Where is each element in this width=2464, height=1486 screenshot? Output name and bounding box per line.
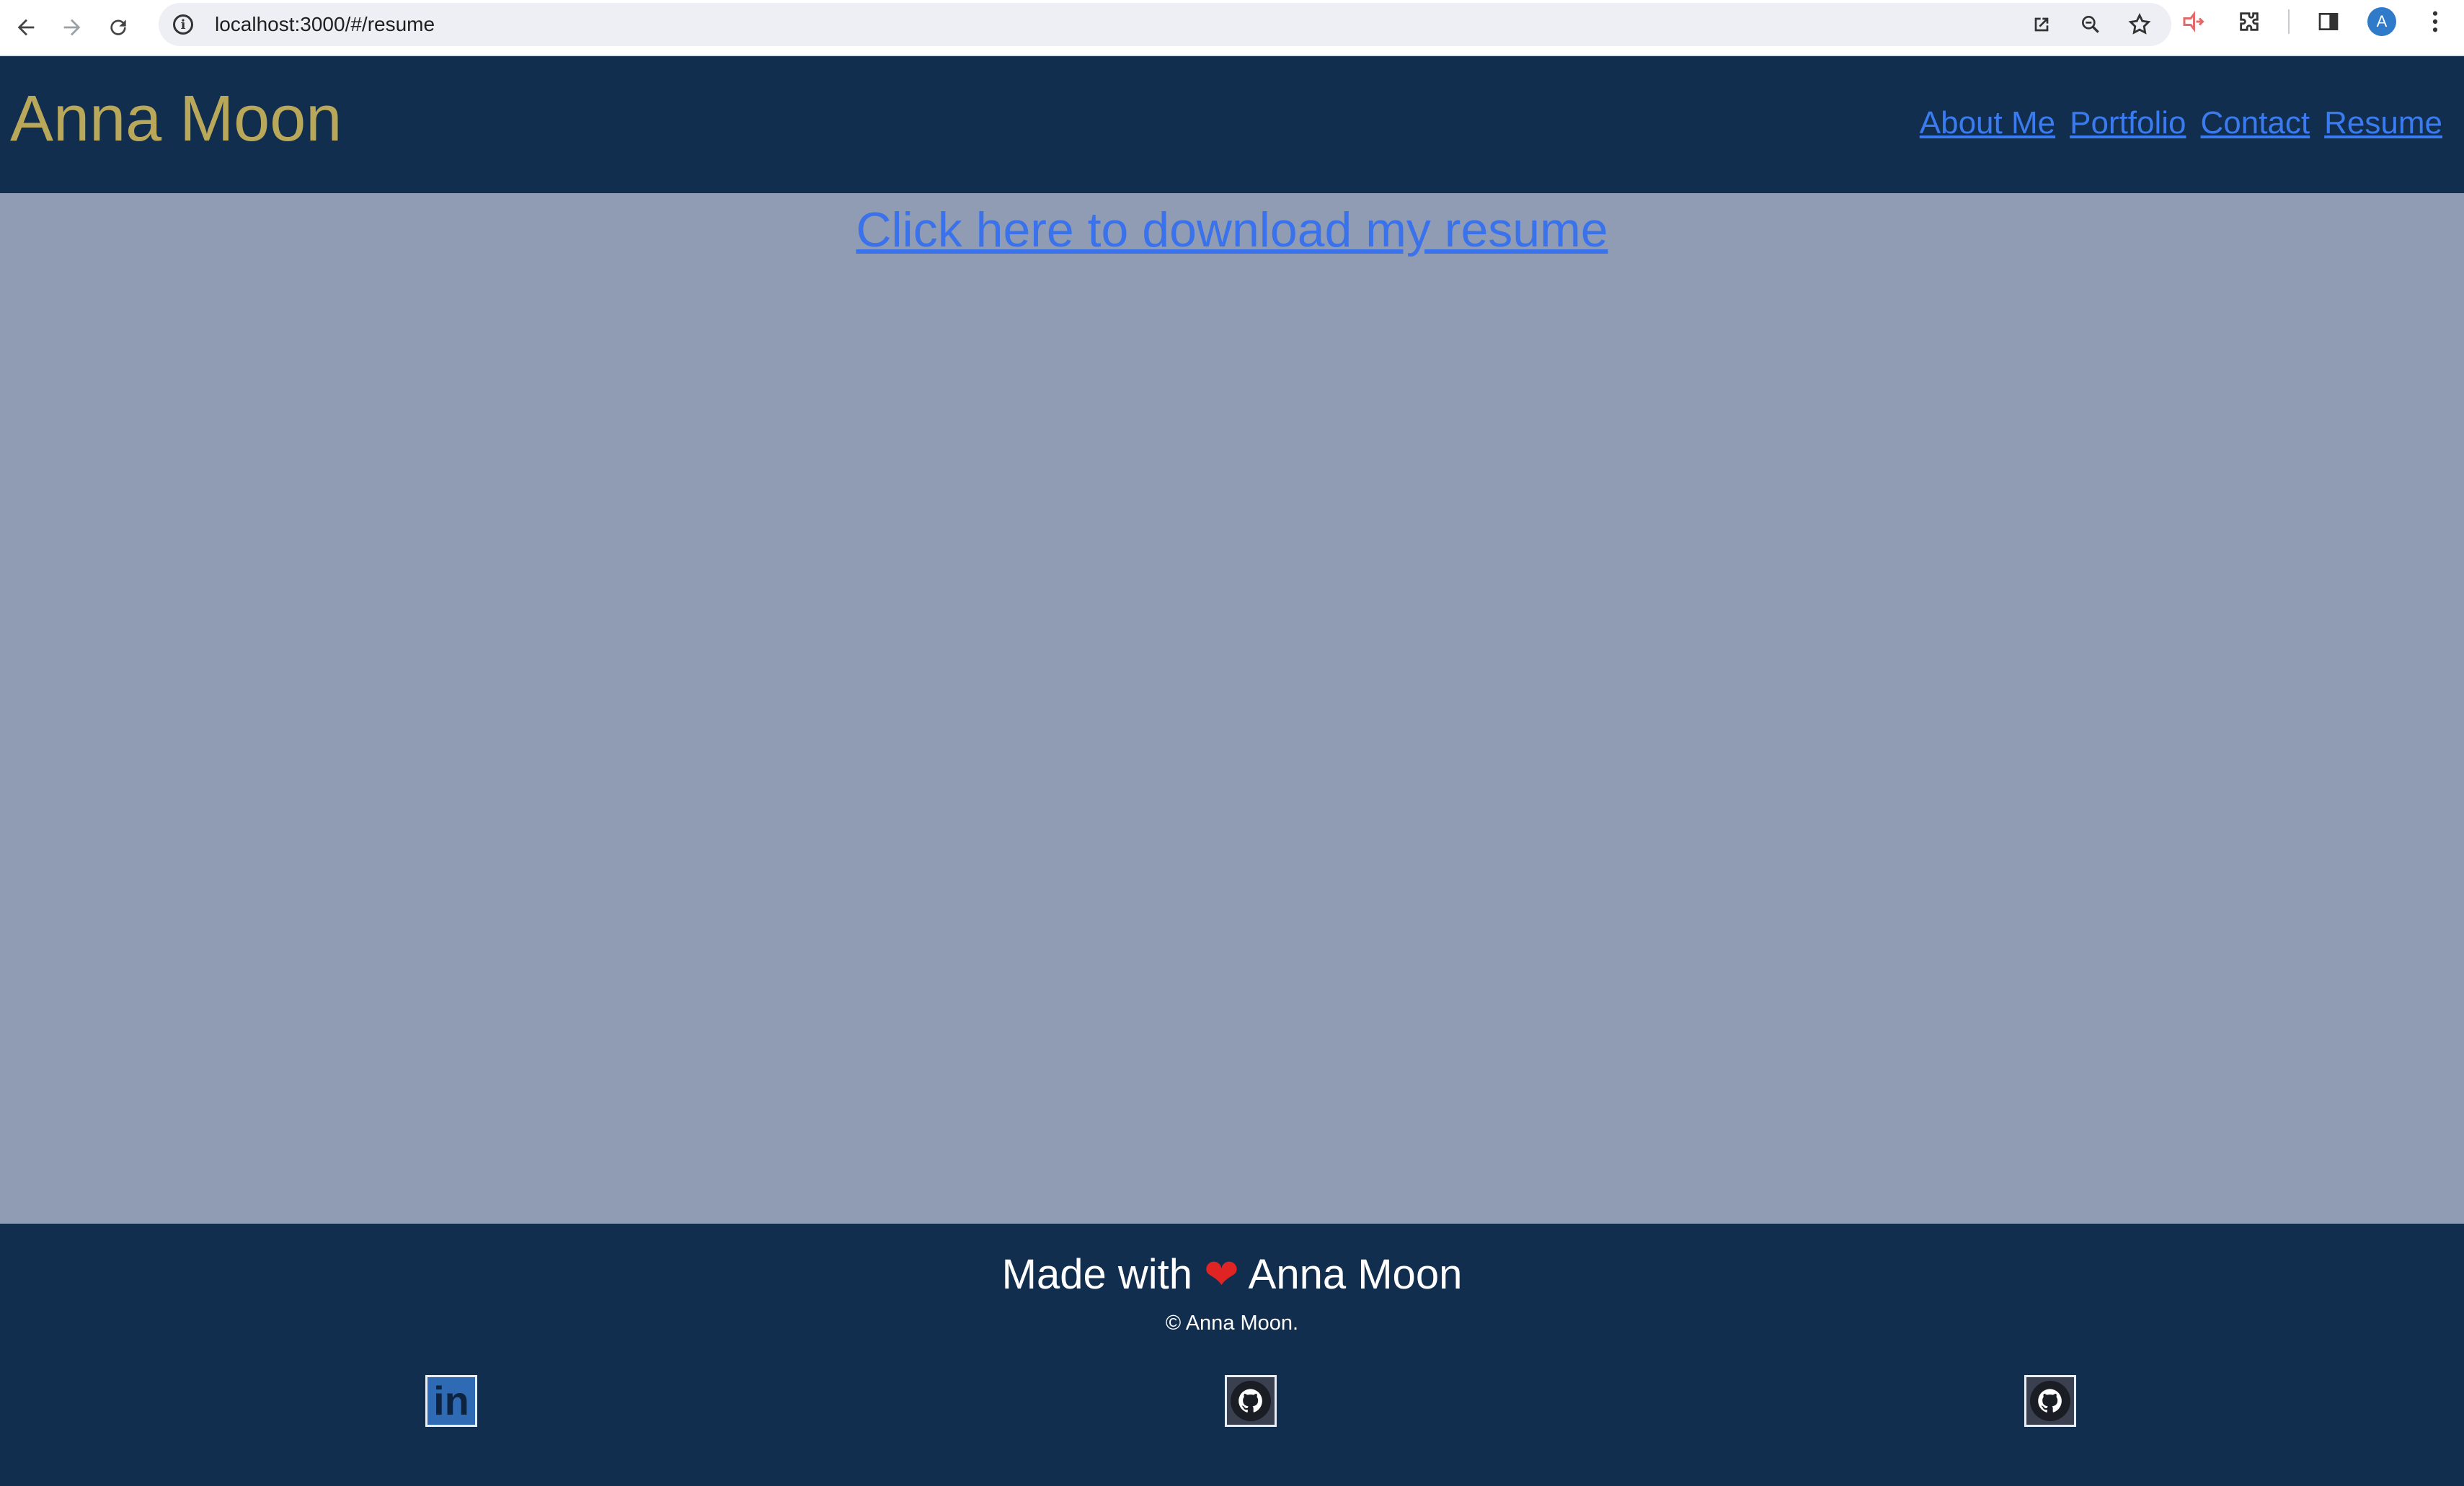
main-nav: About Me Portfolio Contact Resume	[1920, 105, 2442, 141]
site-header: Anna Moon About Me Portfolio Contact Res…	[0, 56, 2464, 193]
nav-portfolio[interactable]: Portfolio	[2070, 105, 2186, 141]
linkedin-link[interactable]: in	[425, 1375, 477, 1427]
browser-toolbar: i localhost:3000/#/resume A	[0, 0, 2464, 56]
made-with-prefix: Made with	[1001, 1251, 1193, 1298]
kebab-menu-icon[interactable]	[2418, 4, 2452, 39]
site-info-icon[interactable]: i	[173, 14, 193, 35]
extensions-puzzle-icon[interactable]	[2232, 4, 2266, 39]
bookmark-star-icon[interactable]	[2125, 10, 2154, 39]
github-icon	[2030, 1381, 2070, 1421]
made-with-name: Anna Moon	[1248, 1251, 1463, 1298]
url-text[interactable]: localhost:3000/#/resume	[215, 13, 435, 36]
download-resume-link[interactable]: Click here to download my resume	[856, 203, 1608, 257]
extension-red-icon[interactable]	[2176, 4, 2210, 39]
made-with-text: Made with ❤ Anna Moon	[0, 1250, 2464, 1299]
heart-icon: ❤	[1204, 1251, 1239, 1298]
reload-icon[interactable]	[98, 7, 138, 48]
site-brand: Anna Moon	[10, 83, 342, 155]
nav-about-me[interactable]: About Me	[1920, 105, 2055, 141]
resume-main: Click here to download my resume	[0, 193, 2464, 1224]
forward-icon[interactable]	[52, 7, 92, 48]
zoom-icon[interactable]	[2076, 10, 2105, 39]
profile-avatar[interactable]: A	[2367, 7, 2396, 36]
download-link-container: Click here to download my resume	[0, 202, 2464, 258]
copyright: © Anna Moon.	[1165, 1312, 1299, 1335]
github-link[interactable]	[1225, 1375, 1277, 1427]
site-footer: Made with ❤ Anna Moon © Anna Moon. in	[0, 1224, 2464, 1486]
open-external-icon[interactable]	[2027, 10, 2056, 39]
nav-resume[interactable]: Resume	[2324, 105, 2442, 141]
back-icon[interactable]	[6, 7, 46, 48]
github-icon	[1231, 1381, 1271, 1421]
side-panel-icon[interactable]	[2311, 4, 2346, 39]
github-link-2[interactable]	[2024, 1375, 2076, 1427]
toolbar-divider	[2288, 9, 2290, 34]
address-bar[interactable]: i localhost:3000/#/resume	[159, 3, 2171, 46]
linkedin-icon: in	[433, 1378, 469, 1423]
nav-contact[interactable]: Contact	[2201, 105, 2310, 141]
